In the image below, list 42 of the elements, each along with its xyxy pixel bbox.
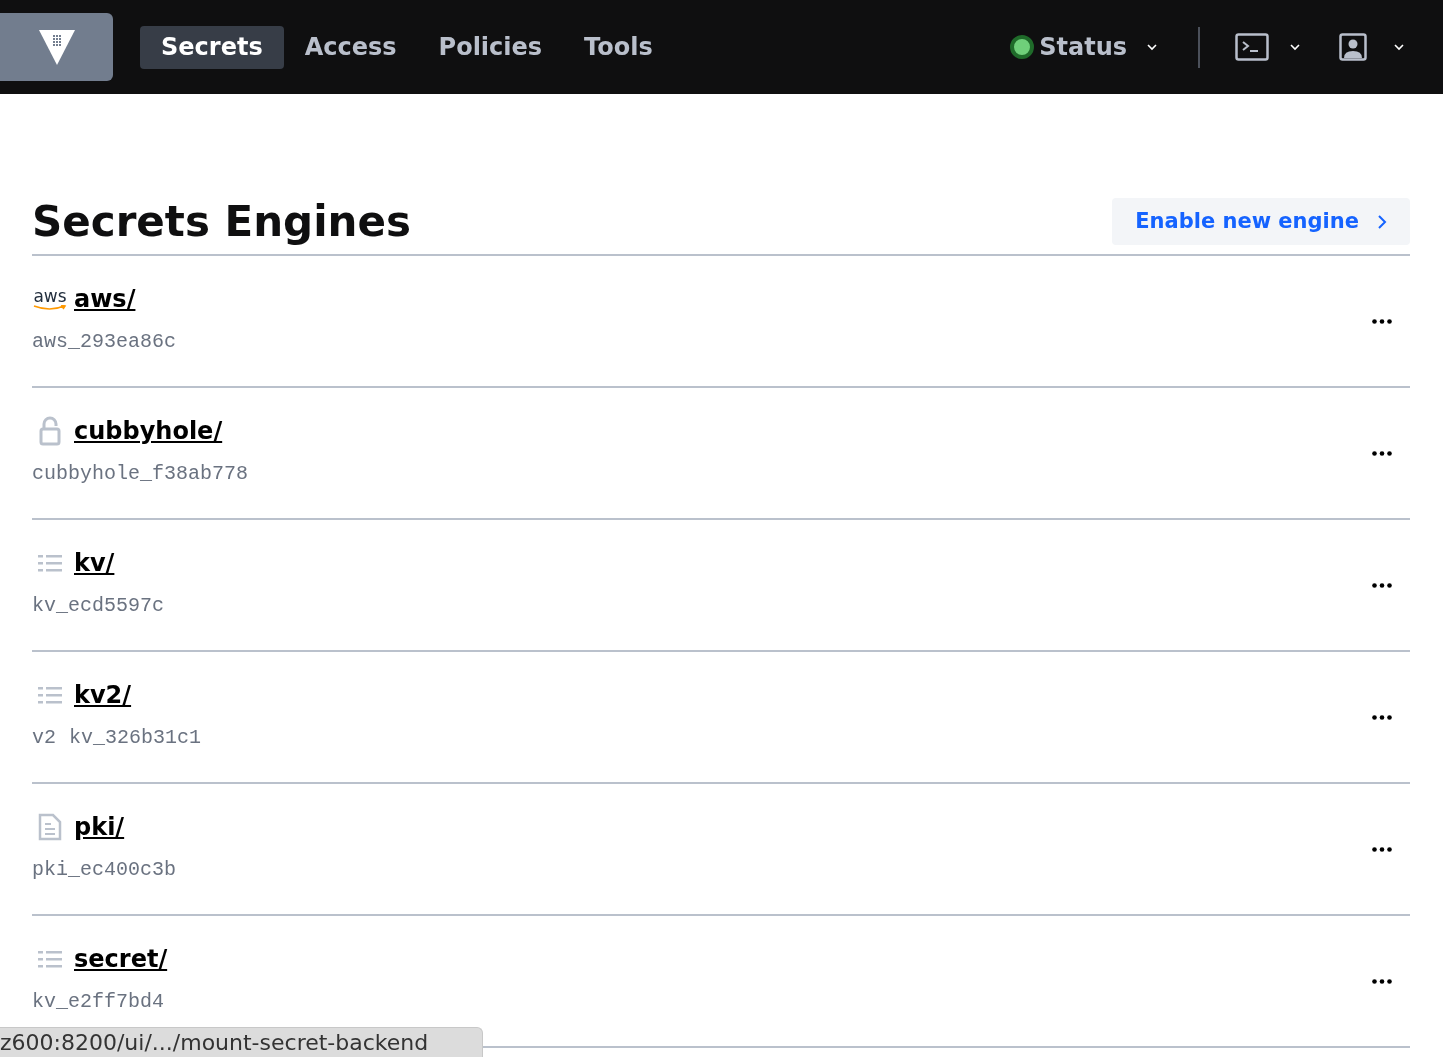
engine-path-link[interactable]: aws/ — [74, 281, 136, 317]
chevron-right-icon — [1377, 213, 1387, 230]
user-menu[interactable] — [1339, 33, 1405, 61]
page-title: Secrets Engines — [32, 200, 411, 243]
ellipsis-icon — [1372, 846, 1392, 852]
chevron-down-icon — [1146, 43, 1158, 51]
ellipsis-icon — [1372, 582, 1392, 588]
engine-path-link[interactable]: kv2/ — [74, 677, 132, 713]
enable-engine-button[interactable]: Enable new engine — [1112, 198, 1410, 245]
engine-accessor: kv_ecd5597c — [32, 593, 165, 619]
ellipsis-icon — [1372, 714, 1392, 720]
nav-tab[interactable]: Secrets — [140, 25, 284, 69]
chevron-down-icon — [1289, 43, 1301, 51]
nav-tab[interactable]: Access — [283, 25, 418, 69]
engine-accessor: aws_293ea86c — [32, 329, 177, 355]
chevron-down-icon — [1393, 43, 1405, 51]
engine-path-link[interactable]: kv/ — [74, 545, 115, 581]
status-menu[interactable]: Status — [1010, 29, 1158, 65]
engine-accessor: kv_e2ff7bd4 — [32, 989, 165, 1015]
ellipsis-icon — [1372, 318, 1392, 324]
engine-accessor: cubbyhole_f38ab778 — [32, 461, 249, 487]
ellipsis-icon — [1372, 978, 1392, 984]
engine-accessor: kv_326b31c1 — [69, 725, 202, 751]
logo-button[interactable] — [0, 13, 113, 81]
ellipsis-icon — [1372, 450, 1392, 456]
nav-tab[interactable]: Tools — [563, 25, 674, 69]
user-icon — [1339, 33, 1367, 61]
engine-path-link[interactable]: secret/ — [74, 941, 168, 977]
nav-tab[interactable]: Policies — [417, 25, 564, 69]
engine-accessor: pki_ec400c3b — [32, 857, 177, 883]
list-icon — [37, 553, 63, 573]
list-icon — [37, 685, 63, 705]
engine-path-link[interactable]: cubbyhole/ — [74, 413, 223, 449]
document-icon — [37, 812, 63, 842]
engine-version: v2 — [32, 725, 56, 751]
console-menu[interactable] — [1235, 33, 1301, 61]
lock-icon — [38, 416, 62, 446]
triangle-logo-icon — [37, 28, 76, 66]
engine-path-link[interactable]: pki/ — [74, 809, 125, 845]
link-preview-status-bar: z600:8200/ui/.../mount-secret-backend — [0, 1027, 483, 1057]
terminal-icon — [1235, 33, 1269, 61]
list-icon — [37, 949, 63, 969]
